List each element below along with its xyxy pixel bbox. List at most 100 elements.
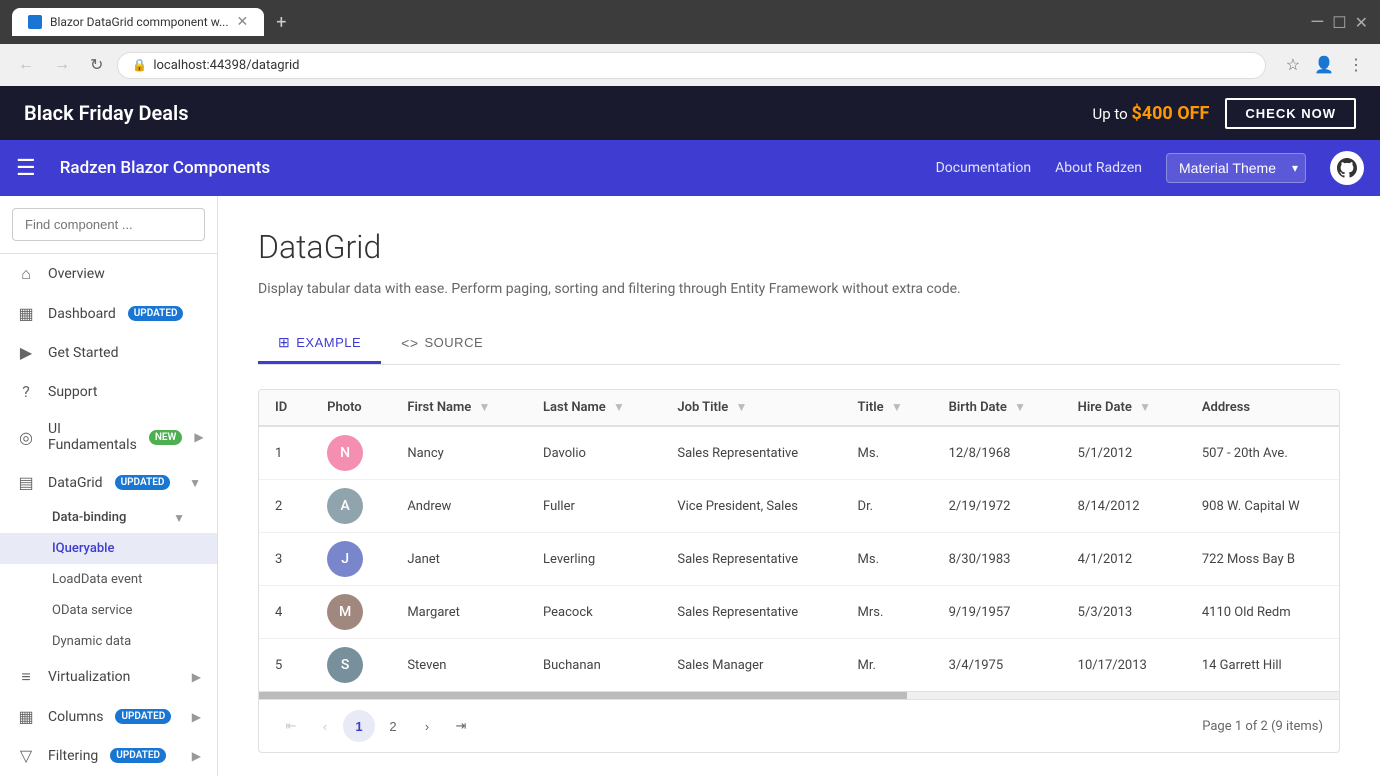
page-buttons: ⇤ ‹ 1 2 › ⇥ [275,710,477,742]
cell-photo: A [311,480,391,533]
page-description: Display tabular data with ease. Perform … [258,278,1340,300]
virtualization-icon: ≡ [16,667,36,687]
about-radzen-link[interactable]: About Radzen [1055,160,1142,176]
firstname-filter-icon[interactable]: ▼ [479,400,491,414]
avatar: N [327,435,363,471]
top-navigation: ☰ Radzen Blazor Components Documentation… [0,140,1380,196]
table-header-row: ID Photo First Name ▼ Last Name ▼ [259,390,1339,426]
window-maximize[interactable]: ☐ [1332,13,1346,32]
tab-source[interactable]: <> SOURCE [381,324,503,364]
banner-title: Black Friday Deals [24,101,189,125]
datagrid-badge: UPDATED [115,475,171,490]
col-header-firstname[interactable]: First Name ▼ [391,390,527,426]
table-row: 1 N Nancy Davolio Sales Representative M… [259,426,1339,480]
sidebar-item-virtualization[interactable]: ≡ Virtualization ▶ [0,657,217,697]
subitem-odata[interactable]: OData service [0,595,217,626]
subitem-data-binding[interactable]: Data-binding ▼ [0,502,217,533]
sidebar-item-support[interactable]: ? Support [0,372,217,411]
forward-button[interactable]: → [48,52,76,78]
horizontal-scrollbar[interactable] [259,691,1339,699]
tab-example[interactable]: ⊞ EXAMPLE [258,324,381,364]
window-minimize[interactable]: — [1310,12,1324,33]
sidebar-item-ui-fundamentals[interactable]: ◎ UI Fundamentals NEW ▶ [0,411,217,463]
sidebar-item-overview[interactable]: ⌂ Overview [0,254,217,294]
tab-favicon [28,15,42,29]
cell-photo: J [311,533,391,586]
browser-tab[interactable]: Blazor DataGrid commponent w... ✕ [12,8,264,36]
browser-controls: ← → ↻ 🔒 localhost:44398/datagrid ☆ 👤 ⋮ [0,44,1380,86]
data-binding-chevron: ▼ [173,511,185,525]
cell-address: 4110 Old Redm [1186,586,1339,639]
hiredate-filter-icon[interactable]: ▼ [1139,400,1151,414]
brand-name: Radzen Blazor Components [60,158,270,178]
hamburger-menu-button[interactable]: ☰ [16,156,36,181]
filter-chevron-icon: ▶ [192,749,201,763]
window-close[interactable]: ✕ [1355,13,1368,32]
title-filter-icon[interactable]: ▼ [891,400,903,414]
sidebar-item-dashboard[interactable]: ▦ Dashboard UPDATED [0,294,217,333]
ui-badge: NEW [149,430,183,445]
cell-birthdate: 12/8/1968 [933,426,1062,480]
col-header-jobtitle[interactable]: Job Title ▼ [661,390,841,426]
birthdate-filter-icon[interactable]: ▼ [1014,400,1026,414]
col-header-lastname[interactable]: Last Name ▼ [527,390,661,426]
col-header-title[interactable]: Title ▼ [842,390,933,426]
back-button[interactable]: ← [12,52,40,78]
columns-badge: UPDATED [115,709,171,724]
datagrid: ID Photo First Name ▼ Last Name ▼ [258,389,1340,753]
documentation-link[interactable]: Documentation [936,160,1032,176]
check-now-button[interactable]: CHECK NOW [1225,98,1356,129]
cell-title: Ms. [842,533,933,586]
table-row: 5 S Steven Buchanan Sales Manager Mr. 3/… [259,639,1339,692]
github-button[interactable] [1330,151,1364,185]
search-wrap [0,196,217,254]
new-tab-button[interactable]: + [276,12,286,33]
cell-lastname: Fuller [527,480,661,533]
first-page-button[interactable]: ⇤ [275,710,307,742]
bookmark-star-button[interactable]: ☆ [1282,51,1304,79]
browser-chrome: Blazor DataGrid commponent w... ✕ + — ☐ … [0,0,1380,44]
cell-lastname: Buchanan [527,639,661,692]
dashboard-icon: ▦ [16,304,36,323]
page-1-button[interactable]: 1 [343,710,375,742]
cell-jobtitle: Sales Manager [661,639,841,692]
prev-page-button[interactable]: ‹ [309,710,341,742]
address-bar[interactable]: 🔒 localhost:44398/datagrid [117,52,1265,79]
subitem-dynamic-data[interactable]: Dynamic data [0,626,217,657]
reload-button[interactable]: ↻ [84,51,109,79]
cell-firstname: Janet [391,533,527,586]
cell-jobtitle: Sales Representative [661,586,841,639]
page-2-button[interactable]: 2 [377,710,409,742]
filter-icon: ▽ [16,746,36,765]
sidebar-item-filtering[interactable]: ▽ Filtering UPDATED ▶ [0,736,217,775]
next-page-button[interactable]: › [411,710,443,742]
account-button[interactable]: 👤 [1310,51,1338,79]
cell-hiredate: 8/14/2012 [1062,480,1186,533]
menu-dots-button[interactable]: ⋮ [1344,51,1368,79]
col-header-birthdate[interactable]: Birth Date ▼ [933,390,1062,426]
subitem-loaddata[interactable]: LoadData event [0,564,217,595]
subitem-iqueryable[interactable]: IQueryable [0,533,217,564]
banner-offer: Up to $400 OFF [1093,103,1210,124]
cell-hiredate: 4/1/2012 [1062,533,1186,586]
cell-photo: M [311,586,391,639]
cell-lastname: Peacock [527,586,661,639]
last-page-button[interactable]: ⇥ [445,710,477,742]
pagination: ⇤ ‹ 1 2 › ⇥ Page 1 of 2 (9 items) [259,699,1339,752]
sidebar-item-get-started[interactable]: ▶ Get Started [0,333,217,372]
avatar: S [327,647,363,683]
sidebar-item-datagrid[interactable]: ▤ DataGrid UPDATED ▼ [0,463,217,502]
lastname-filter-icon[interactable]: ▼ [613,400,625,414]
dashboard-badge: UPDATED [128,306,184,321]
cell-birthdate: 3/4/1975 [933,639,1062,692]
cols-chevron-icon: ▶ [192,710,201,724]
search-input[interactable] [12,208,205,241]
cell-address: 908 W. Capital W [1186,480,1339,533]
theme-select[interactable]: Material Theme Default Theme Dark Theme [1166,153,1306,183]
sidebar-item-columns[interactable]: ▦ Columns UPDATED ▶ [0,697,217,736]
tab-close-button[interactable]: ✕ [236,14,248,30]
table-row: 3 J Janet Leverling Sales Representative… [259,533,1339,586]
avatar: M [327,594,363,630]
jobtitle-filter-icon[interactable]: ▼ [736,400,748,414]
col-header-hiredate[interactable]: Hire Date ▼ [1062,390,1186,426]
